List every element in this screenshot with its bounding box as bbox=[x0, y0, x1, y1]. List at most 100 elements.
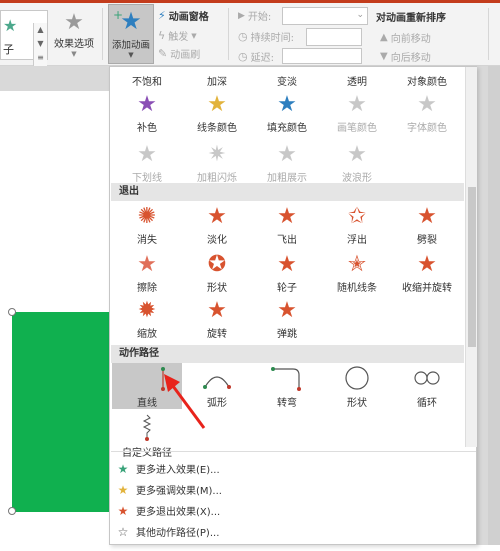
effect-shape[interactable]: ✪ 形状 bbox=[182, 253, 252, 295]
star-icon: ✭ bbox=[347, 252, 367, 277]
more-entrance-effects[interactable]: ★ 更多进入效果(E)... bbox=[112, 461, 464, 477]
add-animation-button[interactable]: ★ + 添加动画 ▼ bbox=[108, 4, 154, 64]
animation-pane-label: 动画窗格 bbox=[168, 12, 209, 23]
effect-wave[interactable]: ★ 波浪形 bbox=[322, 142, 392, 185]
chevron-down-icon[interactable]: ⌄ bbox=[356, 10, 364, 20]
effect-float-out[interactable]: ✩ 浮出 bbox=[322, 205, 392, 247]
separator bbox=[228, 8, 229, 60]
add-animation-label: 添加动画 bbox=[111, 40, 150, 51]
effect-unsaturate[interactable]: 不饱和 bbox=[112, 73, 182, 88]
delay-input[interactable] bbox=[282, 48, 362, 64]
menu-item-label: 更多强调效果(M)... bbox=[136, 486, 222, 497]
effect-transparency[interactable]: 透明 bbox=[322, 73, 392, 88]
delay-field: ◷ 延迟: bbox=[238, 49, 274, 64]
move-earlier-label: 向前移动 bbox=[390, 34, 431, 45]
effect-fade[interactable]: ★ 淡化 bbox=[182, 204, 252, 247]
star-icon: ★ bbox=[347, 142, 367, 167]
effect-shrink-turn[interactable]: ★ 收缩并旋转 bbox=[392, 253, 462, 295]
effect-label: 飞出 bbox=[277, 235, 297, 246]
effect-brush-color[interactable]: ★ 画笔颜色 bbox=[322, 93, 392, 135]
annotation-arrow bbox=[164, 374, 206, 429]
sparkle-icon: ✹ bbox=[137, 298, 157, 323]
effect-disappear[interactable]: ✺ 消失 bbox=[112, 205, 182, 247]
effect-label: 形状 bbox=[347, 398, 367, 409]
effect-complementary[interactable]: ★ 补色 bbox=[112, 92, 182, 135]
resize-handle[interactable] bbox=[8, 507, 16, 515]
effect-spin[interactable]: ★ 旋转 bbox=[182, 298, 252, 341]
chevron-down-icon[interactable]: ▼ bbox=[34, 37, 47, 51]
effect-wheel[interactable]: ★ 轮子 bbox=[252, 252, 322, 295]
duration-input[interactable] bbox=[306, 28, 362, 46]
effect-lighten[interactable]: 变淡 bbox=[252, 73, 322, 88]
effect-label: 轮子 bbox=[277, 283, 297, 294]
add-animation-icon: ★ + bbox=[113, 7, 142, 35]
star-icon: ★ bbox=[207, 204, 227, 229]
move-later-button[interactable]: ▼ 向后移动 bbox=[380, 49, 431, 64]
animation-pane-button[interactable]: ⚡ 动画窗格 bbox=[158, 8, 209, 23]
dropdown-scroll-thumb[interactable] bbox=[468, 187, 476, 347]
star-icon: ★ bbox=[207, 298, 227, 323]
effect-label: 随机线条 bbox=[337, 283, 377, 294]
star-icon: ★ bbox=[137, 142, 157, 167]
more-exit-effects[interactable]: ★ 更多退出效果(X)... bbox=[112, 503, 464, 519]
gallery-scroll[interactable]: ▲ ▼ ≡ bbox=[33, 23, 47, 67]
move-earlier-button[interactable]: ▲ 向前移动 bbox=[380, 30, 431, 45]
animation-brush-label: 动画刷 bbox=[170, 50, 201, 61]
effect-label: 线条颜色 bbox=[197, 123, 237, 134]
effect-gallery[interactable]: ★ 子 ▲ ▼ ≡ bbox=[0, 10, 48, 67]
dropdown-scrollbar[interactable] bbox=[465, 67, 477, 447]
effect-label: 转弯 bbox=[277, 398, 297, 409]
effect-label: 加粗闪烁 bbox=[197, 173, 237, 184]
path-turn[interactable]: 转弯 bbox=[252, 363, 322, 409]
start-label: 开始: bbox=[247, 12, 272, 23]
star-icon: ★ bbox=[277, 142, 297, 167]
effect-line-color[interactable]: ★ 线条颜色 bbox=[182, 93, 252, 135]
path-loop[interactable]: 循环 bbox=[392, 363, 462, 409]
start-select[interactable]: ⌄ bbox=[282, 7, 368, 25]
reorder-title: 对动画重新排序 bbox=[376, 9, 446, 24]
effect-label: 填充颜色 bbox=[267, 123, 307, 134]
effect-options-button[interactable]: ★ 效果选项 ▼ bbox=[50, 10, 98, 58]
more-emphasis-effects[interactable]: ★ 更多强调效果(M)... bbox=[112, 482, 464, 498]
effect-gallery-label: 子 bbox=[3, 43, 14, 56]
chevron-up-icon[interactable]: ▲ bbox=[34, 23, 47, 37]
effect-bounce[interactable]: ★ 弹跳 bbox=[252, 299, 322, 341]
slide-text[interactable]: 年，没 bbox=[0, 258, 108, 307]
effect-label: 旋转 bbox=[207, 329, 227, 340]
green-rectangle-shape[interactable] bbox=[12, 312, 115, 512]
duration-field: ◷ 持续时间: bbox=[238, 29, 294, 44]
effect-font-color[interactable]: ★ 字体颜色 bbox=[392, 93, 462, 135]
effect-split[interactable]: ★ 劈裂 bbox=[392, 205, 462, 247]
separator bbox=[111, 451, 476, 452]
effect-object-color[interactable]: 对象颜色 bbox=[392, 73, 462, 88]
effect-zoom[interactable]: ✹ 缩放 bbox=[112, 298, 182, 341]
effect-label: 下划线 bbox=[132, 173, 162, 184]
star-icon: ★ bbox=[137, 252, 157, 277]
more-motion-paths[interactable]: ☆ 其他动作路径(P)... bbox=[112, 524, 464, 540]
menu-item-label: 其他动作路径(P)... bbox=[136, 528, 220, 539]
star-icon: ★ bbox=[277, 252, 297, 277]
effect-label: 消失 bbox=[137, 235, 157, 246]
effect-fly-out[interactable]: ★ 飞出 bbox=[252, 205, 322, 247]
resize-handle[interactable] bbox=[8, 308, 16, 316]
delay-label: 延迟: bbox=[250, 53, 274, 64]
effect-label: 劈裂 bbox=[417, 235, 437, 246]
ribbon-accent-line bbox=[0, 0, 500, 3]
gallery-expand-icon[interactable]: ≡ bbox=[34, 51, 47, 65]
trigger-button[interactable]: ϟ 触发 ▼ bbox=[158, 28, 197, 43]
effect-random-bars[interactable]: ✭ 随机线条 bbox=[322, 252, 392, 295]
add-animation-dropdown: 不饱和 加深 变淡 透明 对象颜色 ★ 补色 ★ 线条颜色 ★ 填充颜色 ★ 画笔颜色 … bbox=[109, 66, 477, 545]
effect-wipe[interactable]: ★ 擦除 bbox=[112, 252, 182, 295]
animation-brush-button[interactable]: ✎ 动画刷 bbox=[158, 46, 200, 61]
turn-path-icon bbox=[271, 367, 301, 391]
path-shape[interactable]: 形状 bbox=[322, 363, 392, 409]
effect-fill-color[interactable]: ★ 填充颜色 bbox=[252, 93, 322, 135]
effect-underline[interactable]: ★ 下划线 bbox=[112, 142, 182, 185]
star-icon: ★ bbox=[137, 92, 157, 117]
effect-bold-flash[interactable]: ✷ 加粗闪烁 bbox=[182, 143, 252, 185]
effect-darken[interactable]: 加深 bbox=[182, 73, 252, 88]
effect-bold-reveal[interactable]: ★ 加粗展示 bbox=[252, 142, 322, 185]
start-field: ▶ 开始: bbox=[238, 8, 272, 24]
separator bbox=[102, 8, 103, 60]
editor-scrollbar[interactable] bbox=[488, 66, 500, 545]
